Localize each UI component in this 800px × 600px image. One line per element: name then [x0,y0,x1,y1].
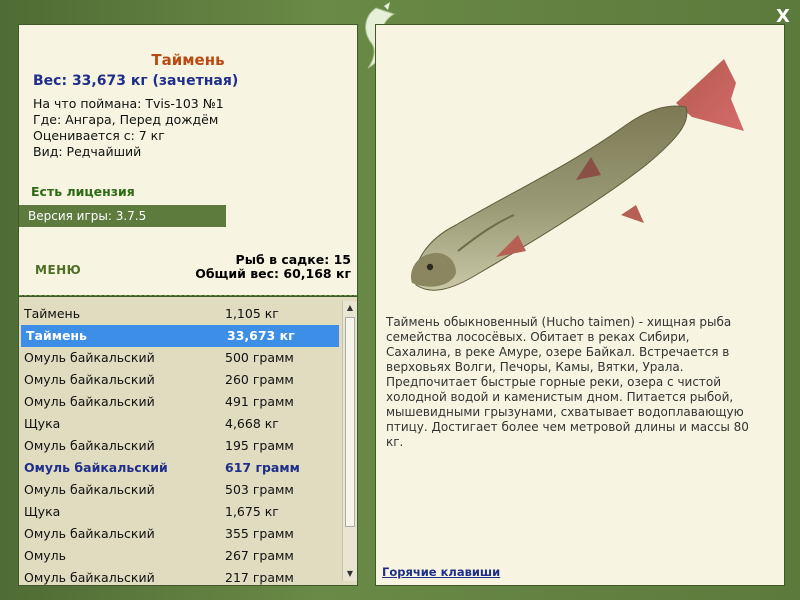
catch-list: Таймень 1,105 кг Таймень 33,673 кг Омуль бай… [18,296,358,586]
table-row[interactable]: Омуль байкальский 491 грамм [19,391,341,413]
catch-location: Где: Ангара, Перед дождём [33,112,219,127]
scroll-down-icon[interactable]: ▼ [343,567,357,581]
fish-detail-panel: Таймень обыкновенный (Hucho taimen) - хи… [375,24,785,586]
taimen-fish-image [410,59,744,291]
row-name: Омуль байкальский [24,570,155,585]
table-row[interactable]: Омуль 267 грамм [19,545,341,567]
row-name: Омуль байкальский [24,460,168,475]
row-weight: 217 грамм [225,570,294,585]
row-weight: 617 грамм [225,460,300,475]
row-name: Омуль [24,548,67,563]
row-name: Таймень [24,306,81,321]
catch-rows: Таймень 1,105 кг Таймень 33,673 кг Омуль бай… [19,297,341,589]
row-name: Щука [24,504,61,519]
row-name: Омуль байкальский [24,372,155,387]
row-name: Омуль байкальский [24,482,155,497]
menu-button[interactable]: МЕНЮ [35,263,81,277]
table-row[interactable]: Щука 4,668 кг [19,413,341,435]
row-weight: 1,675 кг [225,504,279,519]
total-weight: Общий вес: 60,168 кг [195,266,351,281]
row-name: Омуль байкальский [24,526,155,541]
fish-description: Таймень обыкновенный (Hucho taimen) - хи… [386,315,749,449]
scrollbar[interactable]: ▲ ▼ [342,301,357,581]
hotkeys-link[interactable]: Горячие клавиши [382,565,500,579]
row-weight: 1,105 кг [225,306,279,321]
fish-info-panel: Таймень Вес: 33,673 кг (зачетная) На что… [18,24,358,296]
row-weight: 260 грамм [225,372,294,387]
row-name: Омуль байкальский [24,394,155,409]
row-name: Таймень [26,328,87,343]
table-row[interactable]: Омуль байкальский 195 грамм [19,435,341,457]
row-weight: 355 грамм [225,526,294,541]
close-button[interactable]: X [772,6,794,27]
version-bar: Версия игры: 3.7.5 [19,205,226,227]
row-name: Щука [24,416,61,431]
row-weight: 195 грамм [225,438,294,453]
table-row[interactable]: Омуль байкальский 355 грамм [19,523,341,545]
table-row[interactable]: Щука 1,675 кг [19,501,341,523]
caught-with: На что поймана: Tvis-103 №1 [33,96,224,111]
fish-kind: Вид: Редчайший [33,144,142,159]
scroll-thumb[interactable] [345,317,355,527]
table-row[interactable]: Таймень 33,673 кг [21,325,339,347]
row-name: Омуль байкальский [24,438,155,453]
table-row[interactable]: Омуль байкальский 217 грамм [19,567,341,589]
row-name: Омуль байкальский [24,350,155,365]
table-row[interactable]: Омуль байкальский 500 грамм [19,347,341,369]
row-weight: 267 грамм [225,548,294,563]
license-status: Есть лицензия [31,184,135,199]
fish-title: Таймень [151,51,225,69]
table-row[interactable]: Омуль байкальский 260 грамм [19,369,341,391]
table-row[interactable]: Омуль байкальский 503 грамм [19,479,341,501]
catch-stats: Рыб в садке: 15 Общий вес: 60,168 кг [195,253,351,281]
scroll-up-icon[interactable]: ▲ [343,301,357,315]
valued-from: Оценивается с: 7 кг [33,128,165,143]
table-row[interactable]: Омуль байкальский 617 грамм [19,457,341,479]
row-weight: 4,668 кг [225,416,279,431]
table-row[interactable]: Таймень 1,105 кг [19,303,341,325]
row-weight: 503 грамм [225,482,294,497]
row-weight: 500 грамм [225,350,294,365]
row-weight: 491 грамм [225,394,294,409]
row-weight: 33,673 кг [227,328,295,343]
fish-weight: Вес: 33,673 кг (зачетная) [33,73,239,89]
fish-count: Рыб в садке: 15 [235,252,351,267]
